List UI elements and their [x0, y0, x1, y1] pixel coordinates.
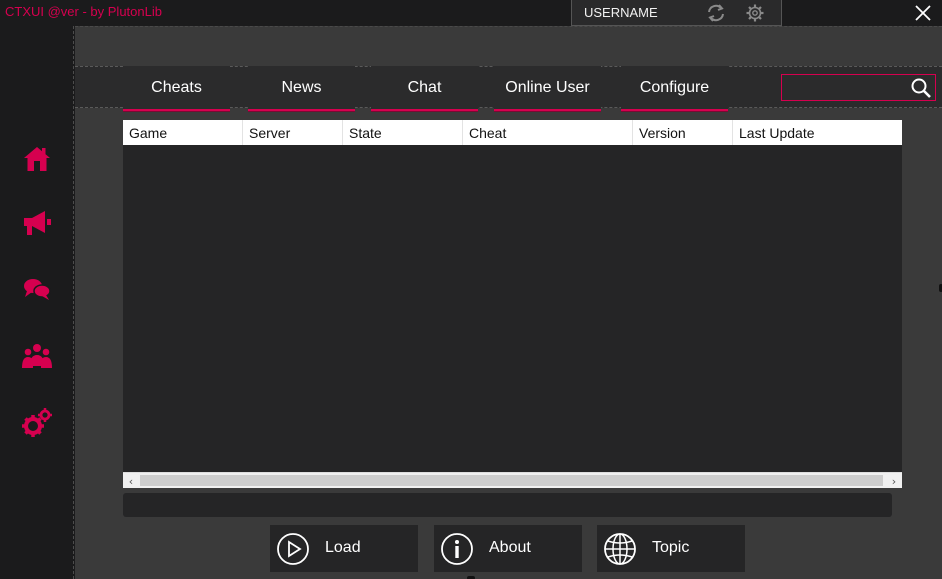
- column-header-game[interactable]: Game: [123, 120, 243, 145]
- header-strip: [75, 26, 942, 66]
- about-label: About: [489, 539, 531, 556]
- close-icon: [915, 5, 931, 21]
- sidebar-item-online-users[interactable]: [17, 336, 57, 376]
- main-panel: Cheats News Chat Online User Configure G…: [75, 26, 942, 579]
- tab-label: News: [281, 78, 322, 96]
- username-label: USERNAME: [584, 5, 658, 20]
- column-header-server[interactable]: Server: [243, 120, 343, 145]
- tab-bar: Cheats News Chat Online User Configure: [75, 62, 942, 112]
- search-icon[interactable]: [910, 77, 932, 99]
- tab-chat[interactable]: Chat: [371, 62, 478, 112]
- tab-label: Online User: [505, 78, 590, 96]
- gears-icon: [22, 408, 52, 437]
- refresh-icon[interactable]: [705, 3, 727, 23]
- tab-configure[interactable]: Configure: [621, 62, 728, 112]
- column-header-state[interactable]: State: [343, 120, 463, 145]
- column-header-last-update[interactable]: Last Update: [733, 120, 902, 145]
- chat-bubbles-icon: [24, 279, 51, 300]
- topic-label: Topic: [652, 539, 690, 556]
- tab-underline: [123, 109, 230, 112]
- search-input[interactable]: [784, 77, 904, 98]
- sidebar-item-configure[interactable]: [17, 403, 57, 443]
- load-button[interactable]: Load: [270, 525, 418, 572]
- tab-underline: [494, 109, 601, 112]
- home-icon: [24, 147, 50, 171]
- sidebar-item-chat[interactable]: [17, 269, 57, 309]
- scrollbar-thumb[interactable]: [140, 475, 883, 486]
- gear-icon[interactable]: [745, 3, 765, 23]
- title-bar: CTXUI @ver - by PlutonLib USERNAME: [0, 0, 942, 26]
- tab-underline: [248, 109, 355, 112]
- cheats-table: Game Server State Cheat Version Last Upd…: [123, 120, 902, 488]
- sidebar-item-news[interactable]: [17, 203, 57, 243]
- about-button[interactable]: About: [434, 525, 582, 572]
- users-group-icon: [22, 344, 52, 368]
- horizontal-scrollbar[interactable]: ‹ ›: [123, 472, 902, 488]
- user-panel: USERNAME: [571, 0, 782, 26]
- sidebar: [0, 26, 74, 579]
- globe-icon: [604, 533, 636, 565]
- tab-label: Chat: [407, 78, 442, 96]
- tab-news[interactable]: News: [248, 62, 355, 112]
- tab-underline: [371, 109, 478, 112]
- tab-label: Cheats: [151, 78, 202, 96]
- close-button[interactable]: [908, 0, 938, 26]
- app-title: CTXUI @ver - by PlutonLib: [5, 4, 162, 19]
- progress-bar: [123, 493, 892, 517]
- column-header-cheat[interactable]: Cheat: [463, 120, 633, 145]
- tab-cheats[interactable]: Cheats: [123, 62, 230, 112]
- tab-label: Configure: [639, 78, 710, 96]
- table-header: Game Server State Cheat Version Last Upd…: [123, 120, 902, 145]
- tab-online-user[interactable]: Online User: [494, 62, 601, 112]
- info-icon: [441, 533, 473, 565]
- tab-underline: [621, 109, 728, 112]
- search-box: [781, 74, 936, 101]
- load-label: Load: [325, 539, 361, 556]
- play-icon: [277, 533, 309, 565]
- scroll-right-icon[interactable]: ›: [886, 473, 902, 489]
- topic-button[interactable]: Topic: [597, 525, 745, 572]
- sidebar-item-home[interactable]: [17, 139, 57, 179]
- scroll-left-icon[interactable]: ‹: [123, 473, 139, 489]
- column-header-version[interactable]: Version: [633, 120, 733, 145]
- megaphone-icon: [24, 211, 51, 235]
